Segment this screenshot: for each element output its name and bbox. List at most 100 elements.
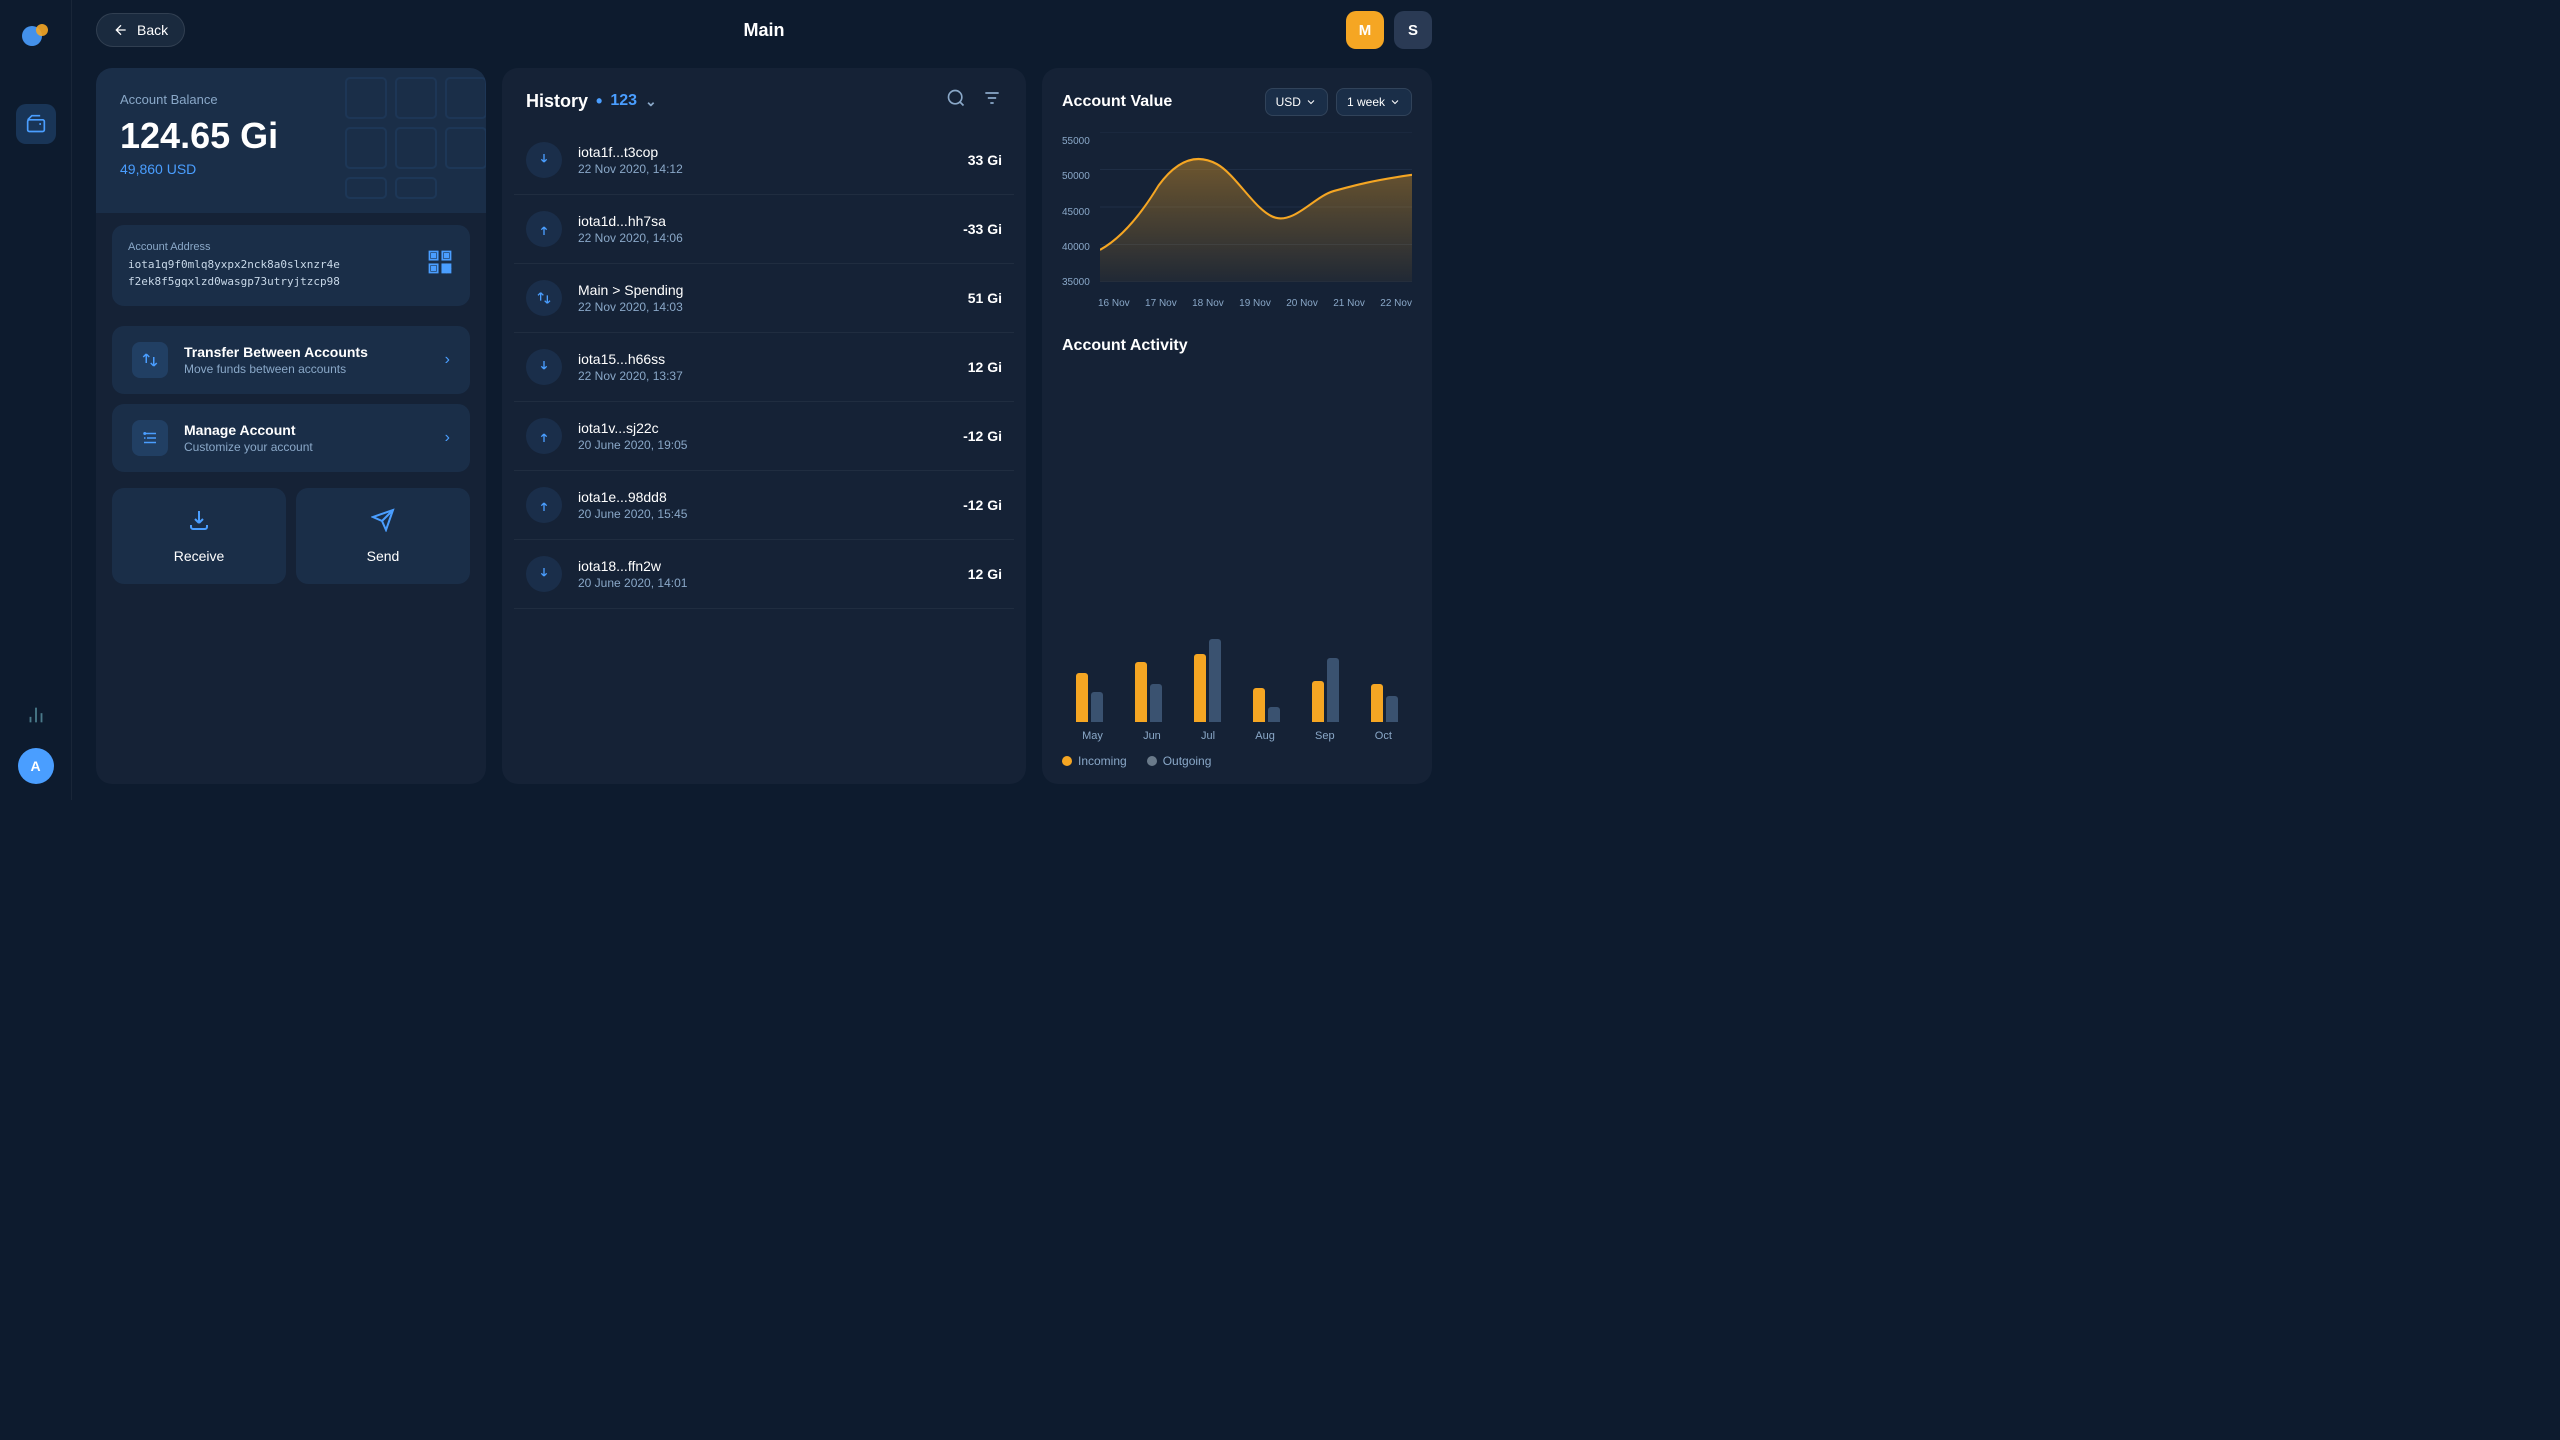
filter-icon[interactable] [982, 88, 1002, 114]
incoming-bar [1135, 662, 1147, 722]
tx-address: iota1d...hh7sa [578, 213, 947, 229]
tx-date: 20 June 2020, 14:01 [578, 576, 952, 590]
manage-sub: Customize your account [184, 440, 429, 454]
header-right: M S [1346, 11, 1432, 49]
bar-chart: MayJunJulAugSepOct [1062, 371, 1412, 742]
tx-amount: -33 Gi [963, 221, 1002, 237]
outgoing-bar [1091, 692, 1103, 722]
bar-group [1121, 662, 1176, 722]
tx-icon [526, 418, 562, 454]
header-avatar-m[interactable]: M [1346, 11, 1384, 49]
tx-details: iota15...h66ss 22 Nov 2020, 13:37 [578, 351, 952, 383]
tx-details: Main > Spending 22 Nov 2020, 14:03 [578, 282, 952, 314]
tx-item[interactable]: Main > Spending 22 Nov 2020, 14:03 51 Gi [514, 264, 1014, 333]
tx-item[interactable]: iota15...h66ss 22 Nov 2020, 13:37 12 Gi [514, 333, 1014, 402]
manage-icon [132, 420, 168, 456]
manage-text: Manage Account Customize your account [184, 422, 429, 454]
activity-section: Account Activity MayJunJulAugSepOct [1042, 321, 1432, 784]
search-icon[interactable] [946, 88, 966, 114]
account-value-title: Account Value [1062, 93, 1172, 111]
history-list: iota1f...t3cop 22 Nov 2020, 14:12 33 Gi … [502, 126, 1026, 784]
legend: Incoming Outgoing [1062, 754, 1412, 768]
bottom-actions: Receive Send [96, 480, 486, 600]
transfer-text: Transfer Between Accounts Move funds bet… [184, 344, 429, 376]
charts-icon[interactable] [25, 704, 47, 732]
tx-address: iota18...ffn2w [578, 558, 952, 574]
tx-address: iota1e...98dd8 [578, 489, 947, 505]
history-icons [946, 88, 1002, 114]
header-avatar-s[interactable]: S [1394, 11, 1432, 49]
tx-date: 22 Nov 2020, 14:03 [578, 300, 952, 314]
tx-item[interactable]: iota1e...98dd8 20 June 2020, 15:45 -12 G… [514, 471, 1014, 540]
qr-icon[interactable] [426, 248, 454, 283]
tx-address: iota15...h66ss [578, 351, 952, 367]
manage-card[interactable]: Manage Account Customize your account › [112, 404, 470, 472]
transfer-title: Transfer Between Accounts [184, 344, 429, 360]
history-header: History • 123 ⌄ [502, 68, 1026, 126]
tx-date: 20 June 2020, 15:45 [578, 507, 947, 521]
bar-group [1180, 639, 1235, 722]
outgoing-dot [1147, 756, 1157, 766]
transfer-icon [132, 342, 168, 378]
bar-group [1062, 673, 1117, 722]
left-panel: Account Balance 124.65 Gi 49,860 USD Acc… [96, 68, 486, 784]
bar-group [1298, 658, 1353, 722]
month-label: Jun [1143, 730, 1161, 742]
y-axis-labels: 55000 50000 45000 40000 35000 [1062, 132, 1100, 292]
main-content: Back Main M S [72, 0, 1456, 800]
outgoing-bar [1268, 707, 1280, 722]
incoming-bar [1076, 673, 1088, 722]
tx-details: iota1f...t3cop 22 Nov 2020, 14:12 [578, 144, 952, 176]
receive-button[interactable]: Receive [112, 488, 286, 584]
month-label: Oct [1375, 730, 1392, 742]
manage-title: Manage Account [184, 422, 429, 438]
tx-item[interactable]: iota18...ffn2w 20 June 2020, 14:01 12 Gi [514, 540, 1014, 609]
send-button[interactable]: Send [296, 488, 470, 584]
tx-icon [526, 349, 562, 385]
transfer-arrow: › [445, 351, 450, 369]
incoming-bar [1312, 681, 1324, 722]
send-icon [371, 508, 395, 538]
balance-section: Account Balance 124.65 Gi 49,860 USD [96, 68, 486, 213]
tx-address: iota1v...sj22c [578, 420, 947, 436]
transfer-sub: Move funds between accounts [184, 362, 429, 376]
address-section: Account Address iota1q9f0mlq8yxpx2nck8a0… [112, 225, 470, 306]
incoming-bar [1253, 688, 1265, 722]
tx-item[interactable]: iota1d...hh7sa 22 Nov 2020, 14:06 -33 Gi [514, 195, 1014, 264]
tx-address: iota1f...t3cop [578, 144, 952, 160]
sidebar-item-wallet[interactable] [16, 104, 56, 144]
right-panel: Account Value USD 1 week 5 [1042, 68, 1432, 784]
transfer-card[interactable]: Transfer Between Accounts Move funds bet… [112, 326, 470, 394]
tx-amount: 12 Gi [968, 566, 1002, 582]
bar-labels: MayJunJulAugSepOct [1062, 730, 1412, 742]
tx-details: iota18...ffn2w 20 June 2020, 14:01 [578, 558, 952, 590]
user-avatar-sidebar[interactable]: A [18, 748, 54, 784]
legend-incoming: Incoming [1062, 754, 1127, 768]
currency-dropdown[interactable]: USD [1265, 88, 1328, 116]
sidebar-nav [16, 104, 56, 680]
tx-amount: 12 Gi [968, 359, 1002, 375]
sidebar-bottom: A [18, 704, 54, 784]
history-title: History • 123 ⌄ [526, 91, 657, 112]
bar-group [1357, 684, 1412, 722]
action-buttons: Transfer Between Accounts Move funds bet… [96, 318, 486, 480]
tx-date: 22 Nov 2020, 14:12 [578, 162, 952, 176]
bar-group [1239, 688, 1294, 722]
back-button[interactable]: Back [96, 13, 185, 47]
tx-address: Main > Spending [578, 282, 952, 298]
x-axis-labels: 16 Nov 17 Nov 18 Nov 19 Nov 20 Nov 21 No… [1062, 292, 1412, 309]
month-label: Aug [1255, 730, 1275, 742]
sidebar: A [0, 0, 72, 800]
chart-section: Account Value USD 1 week 5 [1042, 68, 1432, 321]
tx-details: iota1e...98dd8 20 June 2020, 15:45 [578, 489, 947, 521]
tx-date: 22 Nov 2020, 14:06 [578, 231, 947, 245]
line-chart: 55000 50000 45000 40000 35000 [1062, 132, 1412, 292]
period-dropdown[interactable]: 1 week [1336, 88, 1412, 116]
tx-item[interactable]: iota1v...sj22c 20 June 2020, 19:05 -12 G… [514, 402, 1014, 471]
tx-amount: 33 Gi [968, 152, 1002, 168]
receive-icon [187, 508, 211, 538]
tx-item[interactable]: iota1f...t3cop 22 Nov 2020, 14:12 33 Gi [514, 126, 1014, 195]
middle-panel: History • 123 ⌄ [502, 68, 1026, 784]
incoming-bar [1371, 684, 1383, 722]
address-label: Account Address [128, 241, 340, 253]
